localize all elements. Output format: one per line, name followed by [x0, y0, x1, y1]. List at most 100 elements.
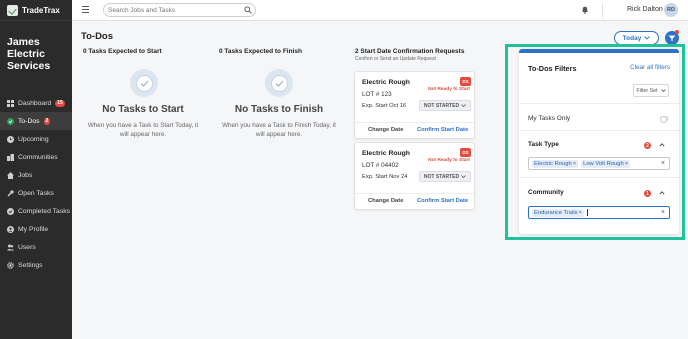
card-lot: LOT # 04402	[362, 162, 399, 169]
filter-chip[interactable]: Low Volt Rough×	[581, 159, 631, 168]
empty-state: No Tasks to Start When you have a Task t…	[83, 69, 203, 139]
my-tasks-toggle[interactable]	[660, 116, 669, 123]
chip-label: Endurance Trails	[534, 209, 578, 216]
empty-text: When you have a Task to Start Today, it …	[87, 122, 199, 138]
page-title: To-Dos	[81, 31, 114, 42]
filters-panel: To-Dos Filters Clear all filters Filter …	[519, 49, 679, 234]
column-subtitle: Confirm or Send an Update Request	[355, 56, 436, 62]
requests-column: 2 Start Date Confirmation Requests Confi…	[355, 48, 495, 62]
communities-icon	[6, 153, 14, 161]
sidebar-item-label: Completed Tasks	[18, 207, 71, 215]
close-icon[interactable]: ×	[579, 210, 582, 216]
sidebar-item-my-profile[interactable]: My Profile	[0, 220, 72, 238]
status-badge: Not Ready to Start	[428, 158, 470, 163]
sidebar-item-label: Settings	[18, 261, 43, 269]
chip-label: Electric Rough	[534, 160, 572, 167]
chevron-down-icon	[644, 36, 651, 40]
sidebar: TradeTrax James Electric Services Dashbo…	[0, 0, 72, 339]
empty-title: No Tasks to Start	[102, 104, 184, 115]
filter-chip[interactable]: Electric Rough×	[532, 159, 579, 168]
search-input[interactable]	[104, 4, 234, 16]
brand[interactable]: TradeTrax	[0, 0, 72, 21]
text-cursor	[586, 209, 588, 216]
check-circle-icon	[265, 69, 293, 97]
clear-select-icon[interactable]: ×	[661, 160, 665, 167]
sidebar-item-todos[interactable]: To-Dos 2	[0, 112, 72, 130]
avatar[interactable]: RD	[664, 3, 678, 17]
empty-state: No Tasks to Finish When you have a Task …	[219, 69, 339, 139]
filter-set-dropdown[interactable]: Filter Set	[633, 84, 669, 97]
sidebar-item-label: To-Dos	[18, 117, 40, 125]
sidebar-item-completed-tasks[interactable]: Completed Tasks	[0, 202, 72, 220]
finish-column: 0 Tasks Expected to Finish No Tasks to F…	[219, 48, 339, 139]
sidebar-item-label: Jobs	[18, 171, 33, 179]
close-icon[interactable]: ×	[625, 161, 628, 167]
sidebar-item-upcoming[interactable]: Upcoming	[0, 130, 72, 148]
chevron-up-icon[interactable]	[659, 190, 665, 196]
dashboard-badge: 15	[55, 99, 65, 107]
filter-icon	[668, 35, 676, 41]
community-label: Community	[528, 189, 564, 196]
bell-icon[interactable]	[580, 5, 590, 15]
sidebar-item-users[interactable]: Users	[0, 238, 72, 256]
card-exp-start: Exp. Start Nov 24	[362, 174, 408, 180]
app-name: TradeTrax	[22, 5, 60, 15]
sidebar-item-dashboard[interactable]: Dashboard 15	[0, 94, 72, 112]
today-dropdown[interactable]: Today	[614, 31, 659, 45]
community-select[interactable]: Endurance Trails× ×	[528, 206, 670, 219]
divider	[519, 177, 679, 178]
menu-icon[interactable]	[82, 6, 89, 14]
card-actions: Change Date Confirm Start Date	[355, 122, 474, 138]
sidebar-item-communities[interactable]: Communities	[0, 148, 72, 166]
change-date-button[interactable]: Change Date	[368, 198, 403, 204]
chip-label: Low Volt Rough	[583, 160, 624, 167]
divider	[519, 130, 679, 131]
sidebar-item-settings[interactable]: Settings	[0, 256, 72, 274]
user-icon	[6, 225, 14, 233]
chevron-up-icon[interactable]	[659, 142, 665, 148]
column-title: 2 Start Date Confirmation Requests	[355, 48, 465, 55]
clear-all-filters-link[interactable]: Clear all filters	[630, 64, 670, 71]
header-divider	[602, 3, 603, 18]
change-date-button[interactable]: Change Date	[368, 127, 403, 133]
community-count-badge: 1	[644, 190, 651, 197]
column-title: 0 Tasks Expected to Start	[83, 48, 162, 55]
close-icon[interactable]: ×	[573, 161, 576, 167]
gear-icon	[6, 261, 14, 269]
request-card[interactable]: Electric Rough LOT # 04402 Exp. Start No…	[354, 142, 475, 210]
sidebar-item-label: My Profile	[18, 225, 49, 233]
sidebar-item-label: Communities	[18, 153, 58, 161]
filters-title: To-Dos Filters	[528, 64, 577, 73]
empty-text: When you have a Task to Finish Today, it…	[222, 122, 336, 138]
home-icon	[6, 171, 14, 179]
start-column: 0 Tasks Expected to Start No Tasks to St…	[83, 48, 203, 139]
filter-chip[interactable]: Endurance Trails×	[532, 208, 584, 217]
status-badge: Not Ready to Start	[428, 87, 470, 92]
check-circle-icon	[6, 117, 14, 125]
search-box[interactable]	[103, 3, 256, 17]
todos-badge: 2	[43, 117, 51, 125]
confirm-start-date-button[interactable]: Confirm Start Date	[417, 127, 468, 133]
confirm-start-date-button[interactable]: Confirm Start Date	[417, 198, 468, 204]
task-type-select[interactable]: Electric Rough× Low Volt Rough× ×	[528, 157, 670, 170]
sidebar-item-label: Users	[18, 243, 36, 251]
sidebar-item-jobs[interactable]: Jobs	[0, 166, 72, 184]
column-title: 0 Tasks Expected to Finish	[219, 48, 302, 55]
task-type-count-badge: 2	[644, 142, 651, 149]
card-actions: Change Date Confirm Start Date	[355, 193, 474, 209]
card-task-name: Electric Rough	[362, 150, 410, 157]
tradetrax-logo-icon	[7, 4, 18, 16]
users-icon	[6, 243, 14, 251]
card-task-name: Electric Rough	[362, 79, 410, 86]
task-type-label: Task Type	[528, 141, 559, 148]
user-name[interactable]: Rick Dalton	[627, 6, 663, 13]
clear-select-icon[interactable]: ×	[661, 209, 665, 216]
task-state-dropdown[interactable]: NOT STARTED	[419, 100, 471, 111]
search-icon[interactable]	[244, 6, 252, 14]
request-card[interactable]: Electric Rough LOT # 123 Exp. Start Oct …	[354, 71, 475, 139]
my-tasks-label: My Tasks Only	[528, 115, 571, 122]
task-state-dropdown[interactable]: NOT STARTED	[419, 171, 471, 182]
sidebar-item-open-tasks[interactable]: Open Tasks	[0, 184, 72, 202]
company-name: James Electric Services	[7, 36, 51, 72]
chevron-down-icon	[461, 104, 466, 107]
